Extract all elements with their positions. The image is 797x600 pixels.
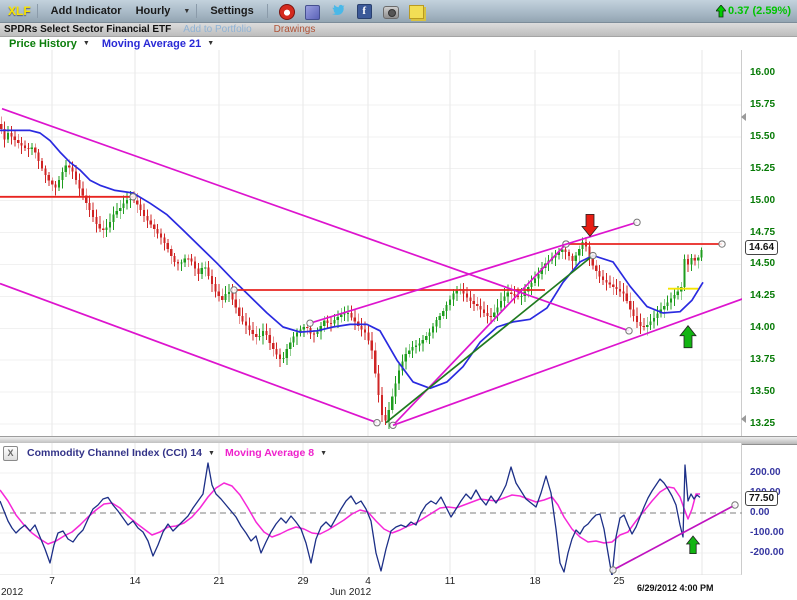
- drawing-endpoint-handle[interactable]: [719, 241, 725, 247]
- date-tick-label: 25: [606, 576, 632, 587]
- price-axis-label: 14.75: [750, 227, 775, 238]
- drawing-endpoint-handle[interactable]: [374, 420, 380, 426]
- price-axis-label: 16.00: [750, 67, 775, 78]
- ma21-dropdown[interactable]: Moving Average 21: [102, 38, 201, 50]
- price-history-dropdown[interactable]: Price History: [9, 38, 77, 50]
- toolbar-separator: [196, 4, 197, 18]
- chevron-down-icon[interactable]: ▼: [183, 8, 190, 15]
- symbol-info-bar: SPDRs Select Sector Financial ETF Add to…: [0, 23, 797, 37]
- drawing-endpoint-handle[interactable]: [307, 320, 313, 326]
- chevron-down-icon[interactable]: ▼: [83, 40, 90, 47]
- year-label: 2012: [1, 587, 23, 598]
- axis-marker-icon: [741, 113, 746, 121]
- date-tick-label: 11: [437, 576, 463, 587]
- date-tick-label: 4: [355, 576, 381, 587]
- cci-axis-label: 0.00: [750, 507, 769, 518]
- stock-charting-app: XLF Add Indicator Hourly ▼ Settings f 0.…: [0, 0, 797, 600]
- add-to-portfolio-button[interactable]: Add to Portfolio: [183, 24, 251, 35]
- up-arrow-icon: [716, 5, 726, 18]
- facebook-icon[interactable]: f: [357, 4, 373, 19]
- twitter-icon[interactable]: [331, 4, 347, 19]
- date-tick-label: 7: [39, 576, 65, 587]
- current-cci-box: 77.50: [745, 491, 778, 506]
- date-tick-label: 14: [122, 576, 148, 587]
- drawing-endpoint-handle[interactable]: [130, 194, 136, 200]
- settings-button[interactable]: Settings: [210, 5, 253, 17]
- price-axis-label: 13.25: [750, 418, 775, 429]
- chevron-down-icon[interactable]: ▼: [208, 450, 215, 457]
- date-tick-label: 18: [522, 576, 548, 587]
- news-cube-icon[interactable]: [305, 4, 321, 19]
- date-tick-label: 21: [206, 576, 232, 587]
- toolbar-separator: [37, 4, 38, 18]
- camera-icon[interactable]: [383, 4, 399, 19]
- drawing-endpoint-handle[interactable]: [732, 502, 738, 508]
- cci-axis-label: 200.00: [750, 467, 781, 478]
- cci-axis-label: -100.00: [750, 527, 784, 538]
- cci-pane-header: X Commodity Channel Index (CCI) 14 ▼ Mov…: [0, 446, 740, 460]
- main-toolbar: XLF Add Indicator Hourly ▼ Settings f 0.…: [0, 0, 797, 23]
- chevron-down-icon[interactable]: ▼: [320, 450, 327, 457]
- symbol-label[interactable]: XLF: [8, 4, 31, 18]
- interval-dropdown[interactable]: Hourly: [136, 5, 171, 17]
- add-indicator-button[interactable]: Add Indicator: [51, 5, 122, 17]
- cci-axis-label: -200.00: [750, 547, 784, 558]
- price-axis-label: 15.50: [750, 131, 775, 142]
- price-axis-label: 13.50: [750, 386, 775, 397]
- drawing-endpoint-handle[interactable]: [634, 219, 640, 225]
- last-update-timestamp: 6/29/2012 4:00 PM: [637, 583, 714, 593]
- cci-chart: [0, 443, 742, 575]
- price-axis-label: 15.00: [750, 195, 775, 206]
- drawings-button[interactable]: Drawings: [274, 24, 316, 35]
- instrument-name: SPDRs Select Sector Financial ETF: [4, 24, 171, 35]
- price-chart: [0, 50, 742, 436]
- month-label: Jun 2012: [330, 587, 371, 598]
- drawing-endpoint-handle[interactable]: [610, 567, 616, 573]
- axis-marker-icon: [741, 415, 746, 423]
- close-indicator-button[interactable]: X: [3, 446, 18, 461]
- price-change-indicator: 0.37 (2.59%): [716, 5, 791, 18]
- drawing-endpoint-handle[interactable]: [231, 287, 237, 293]
- price-axis-label: 13.75: [750, 354, 775, 365]
- drawing-endpoint-handle[interactable]: [626, 328, 632, 334]
- drawing-endpoint-handle[interactable]: [590, 252, 596, 258]
- price-pane-header: Price History ▼ Moving Average 21 ▼: [0, 37, 797, 50]
- price-axis-label: 15.75: [750, 99, 775, 110]
- price-axis-label: 14.25: [750, 290, 775, 301]
- current-price-box: 14.64: [745, 240, 778, 255]
- change-text: 0.37 (2.59%): [728, 5, 791, 17]
- cci-ma-dropdown[interactable]: Moving Average 8: [225, 447, 314, 459]
- date-axis: 2012 Jun 2012 6/29/2012 4:00 PM 7 14 21 29 4…: [0, 575, 797, 600]
- price-axis-label: 14.50: [750, 258, 775, 269]
- cci-dropdown[interactable]: Commodity Channel Index (CCI) 14: [27, 447, 202, 459]
- price-axis-label: 14.00: [750, 322, 775, 333]
- date-tick-label: 29: [290, 576, 316, 587]
- sticky-notes-icon[interactable]: [409, 4, 425, 19]
- alarm-clock-icon[interactable]: [279, 4, 295, 19]
- chevron-down-icon[interactable]: ▼: [207, 40, 214, 47]
- price-axis-label: 15.25: [750, 163, 775, 174]
- toolbar-separator: [267, 4, 268, 18]
